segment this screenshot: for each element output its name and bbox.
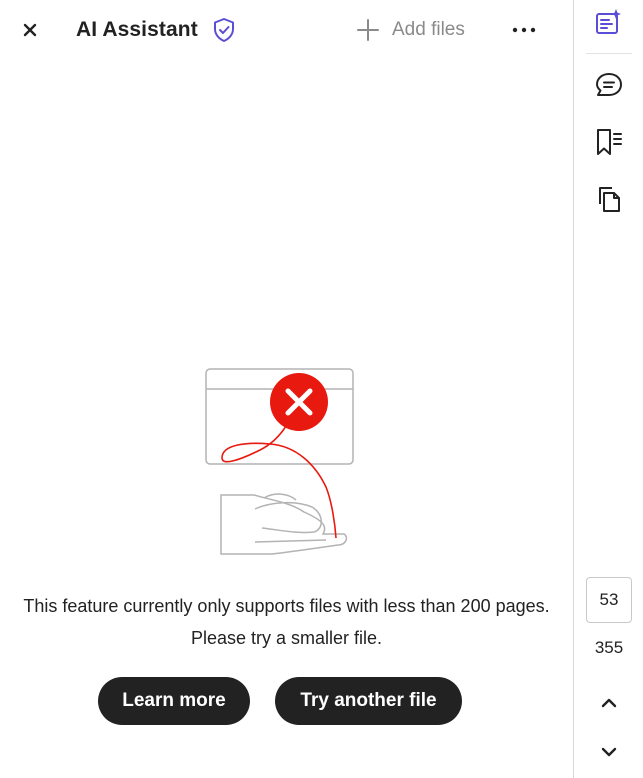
ai-assistant-panel: AI Assistant Add files This feature curr…: [0, 0, 573, 778]
close-icon: [23, 23, 37, 37]
close-button[interactable]: [16, 16, 44, 44]
chevron-up-icon[interactable]: [598, 692, 620, 714]
total-pages: 355: [594, 638, 624, 657]
try-another-file-button[interactable]: Try another file: [275, 677, 462, 725]
current-page-input[interactable]: 53: [586, 577, 632, 623]
rail-divider: [586, 53, 632, 54]
more-horizontal-icon: [512, 27, 536, 33]
comment-icon[interactable]: [594, 70, 624, 100]
learn-more-button[interactable]: Learn more: [98, 677, 250, 725]
plus-icon: [357, 19, 379, 41]
panel-title: AI Assistant: [76, 18, 198, 41]
add-files-label: Add files: [392, 19, 465, 40]
error-message-line1: This feature currently only supports fil…: [23, 596, 550, 616]
file-upload-error-illustration: [205, 368, 354, 555]
copy-pages-icon[interactable]: [594, 184, 624, 214]
more-options-button[interactable]: [510, 18, 538, 42]
error-message-line2: Please try a smaller file.: [190, 628, 383, 648]
shield-check-icon: [214, 18, 234, 42]
bookmark-icon[interactable]: [594, 127, 624, 157]
chevron-down-icon[interactable]: [598, 741, 620, 763]
add-files-button[interactable]: Add files: [356, 16, 465, 44]
right-rail: 53 355: [573, 0, 643, 778]
ai-assistant-icon[interactable]: [594, 8, 624, 38]
